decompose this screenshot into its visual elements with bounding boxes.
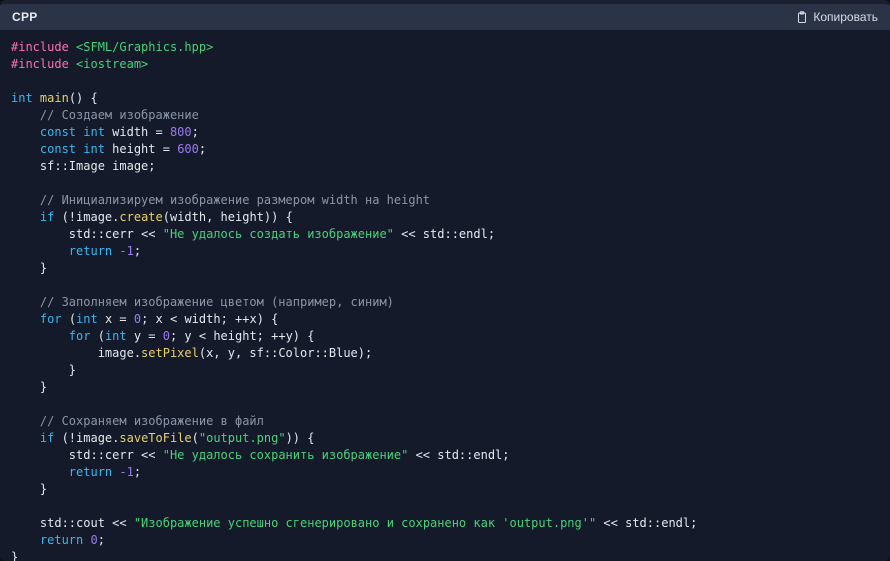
source-code[interactable]: #include <SFML/Graphics.hpp> #include <i… bbox=[11, 39, 890, 561]
copy-button-label: Копировать bbox=[813, 10, 878, 24]
language-label: CPP bbox=[12, 10, 38, 24]
clipboard-icon bbox=[796, 10, 808, 24]
code-body: #include <SFML/Graphics.hpp> #include <i… bbox=[0, 30, 890, 561]
copy-button[interactable]: Копировать bbox=[794, 8, 880, 26]
code-block-header: CPP Копировать bbox=[0, 4, 890, 30]
code-block: CPP Копировать #include <SFML/Graphics.h… bbox=[0, 0, 890, 561]
